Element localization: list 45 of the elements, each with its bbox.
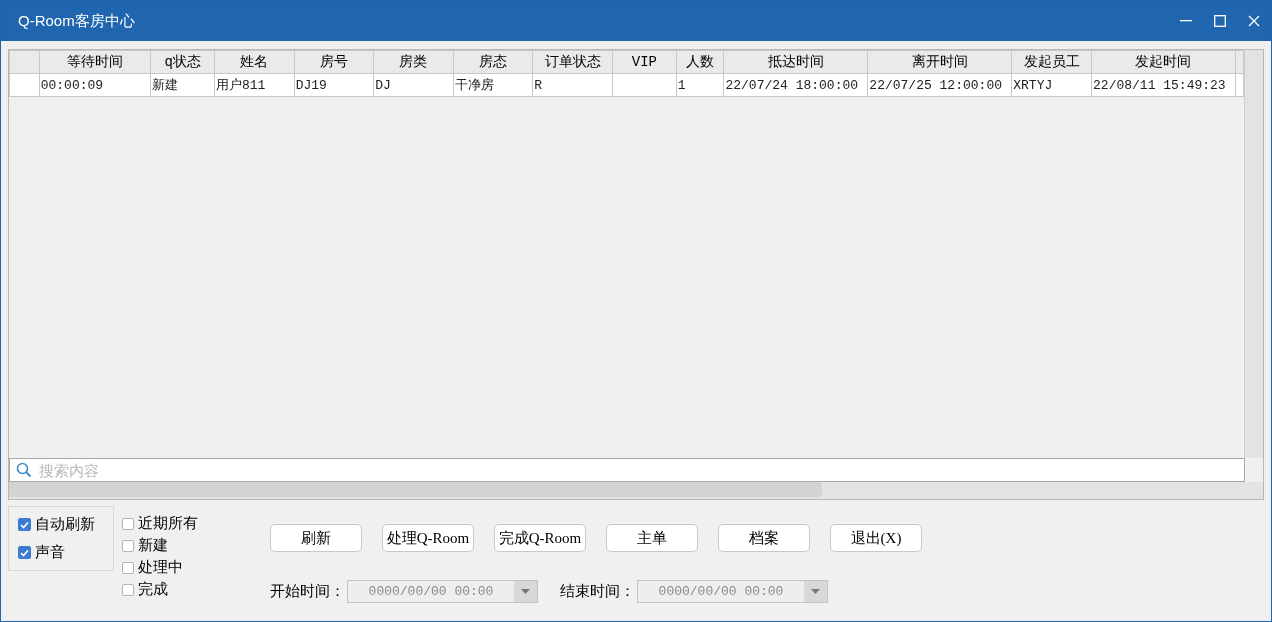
row-header[interactable] xyxy=(9,73,40,97)
table-cell: 22/07/25 12:00:00 xyxy=(867,73,1012,97)
checkbox[interactable] xyxy=(122,583,134,596)
checkbox-label: 新建 xyxy=(138,536,168,555)
minimize-icon[interactable] xyxy=(1180,20,1192,22)
column-header[interactable]: 姓名 xyxy=(214,50,295,74)
checkbox[interactable] xyxy=(122,561,134,574)
action-button[interactable]: 档案 xyxy=(718,524,810,552)
close-icon[interactable] xyxy=(1248,15,1260,27)
checkbox-label: 处理中 xyxy=(138,558,183,577)
column-header[interactable]: 离开时间 xyxy=(867,50,1012,74)
action-button[interactable]: 主单 xyxy=(606,524,698,552)
column-header[interactable]: 房态 xyxy=(453,50,533,74)
checkbox-label: 近期所有 xyxy=(138,514,198,533)
checkbox[interactable] xyxy=(18,546,31,559)
column-header[interactable]: 发起员工 xyxy=(1011,50,1092,74)
column-header[interactable]: 抵达时间 xyxy=(723,50,868,74)
action-button[interactable]: 完成Q-Room xyxy=(494,524,586,552)
column-header[interactable]: 订单状态 xyxy=(532,50,613,74)
date-label: 结束时间： xyxy=(560,582,635,601)
horizontal-scrollbar[interactable] xyxy=(9,482,822,497)
table-cell: 00:00:09 xyxy=(39,73,151,97)
checkbox[interactable] xyxy=(122,517,134,530)
column-header[interactable]: 等待时间 xyxy=(39,50,151,74)
window-title: Q-Room客房中心 xyxy=(18,11,136,31)
column-header[interactable]: 人数 xyxy=(676,50,724,74)
column-header[interactable]: VIP xyxy=(612,50,677,74)
date-label: 开始时间： xyxy=(270,582,345,601)
checkbox-label: 自动刷新 xyxy=(35,515,95,534)
maximize-icon[interactable] xyxy=(1214,15,1226,27)
checkbox[interactable] xyxy=(18,518,31,531)
vertical-scrollbar[interactable] xyxy=(1244,50,1263,458)
action-button[interactable]: 处理Q-Room xyxy=(382,524,474,552)
column-header[interactable]: 房号 xyxy=(294,50,374,74)
checkbox[interactable] xyxy=(122,539,134,552)
column-header[interactable]: 房类 xyxy=(373,50,454,74)
column-header[interactable]: 发起时间 xyxy=(1091,50,1236,74)
column-header[interactable]: q状态 xyxy=(150,50,215,74)
action-button[interactable]: 刷新 xyxy=(270,524,362,552)
action-button[interactable]: 退出(X) xyxy=(830,524,922,552)
checkbox-label: 完成 xyxy=(138,580,168,599)
table-cell: 22/07/24 18:00:00 xyxy=(723,73,868,97)
search-field[interactable]: 搜索内容 xyxy=(9,458,1245,482)
checkbox-label: 声音 xyxy=(35,543,65,562)
table-cell: 22/08/11 15:49:23 xyxy=(1091,73,1236,97)
